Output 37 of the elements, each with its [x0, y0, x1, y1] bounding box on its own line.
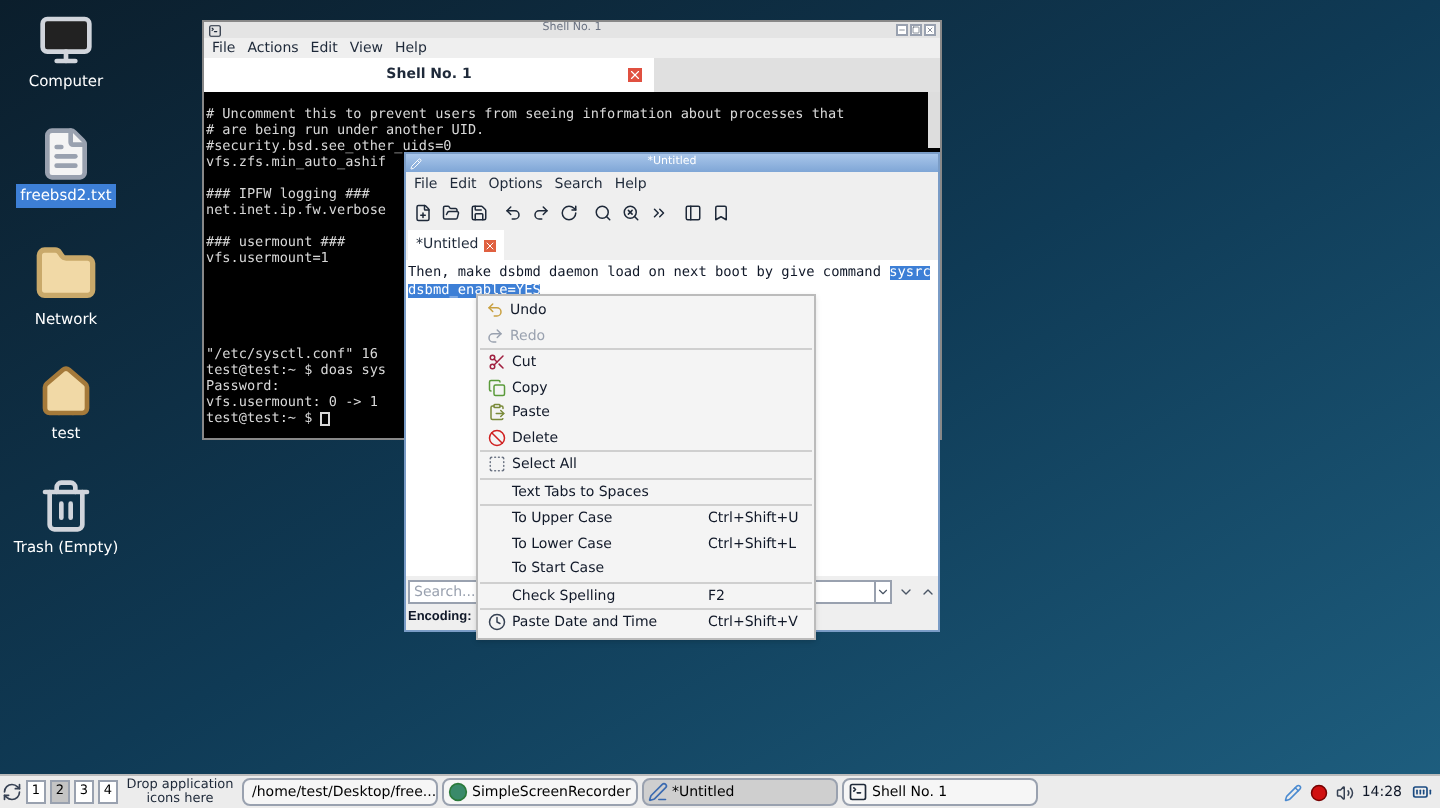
folder-icon[interactable]	[442, 203, 460, 221]
minimize-icon[interactable]	[896, 24, 908, 36]
cursor-icon	[320, 411, 331, 425]
volume-icon[interactable]	[1335, 783, 1354, 801]
search-icon[interactable]	[594, 203, 612, 221]
bookmark-icon[interactable]	[712, 203, 730, 221]
save-icon[interactable]	[470, 203, 488, 221]
record-icon[interactable]	[1309, 783, 1328, 801]
redo-icon	[486, 325, 504, 346]
clipboard-icon	[488, 402, 506, 423]
pen-icon	[648, 782, 668, 802]
undo-icon	[486, 300, 504, 321]
trash-icon	[38, 478, 94, 534]
redo-icon[interactable]	[532, 203, 550, 221]
reload-icon[interactable]	[560, 203, 578, 221]
terminal-icon	[848, 782, 868, 802]
battery-icon[interactable]	[1410, 782, 1434, 802]
app-menu-icon[interactable]	[2, 782, 22, 802]
close-icon[interactable]	[924, 24, 936, 36]
pen-icon	[410, 157, 422, 169]
select-all-icon	[488, 454, 506, 475]
scissors-icon	[488, 352, 506, 373]
panel-icon[interactable]	[684, 203, 702, 221]
undo-icon[interactable]	[504, 203, 522, 221]
clock-icon	[488, 612, 506, 633]
pen-icon[interactable]	[1283, 783, 1302, 801]
scrollbar[interactable]	[928, 92, 940, 148]
terminal-icon	[208, 23, 222, 37]
delete-icon	[488, 427, 506, 448]
home-folder-icon	[38, 363, 94, 420]
copy-icon	[488, 377, 506, 398]
chevrons-icon[interactable]	[650, 203, 668, 221]
maximize-icon[interactable]	[910, 24, 922, 36]
new-file-icon[interactable]	[414, 203, 432, 221]
dropdown-icon[interactable]	[876, 579, 892, 603]
monitor-icon	[37, 12, 94, 68]
search-clear-icon[interactable]	[622, 203, 640, 221]
